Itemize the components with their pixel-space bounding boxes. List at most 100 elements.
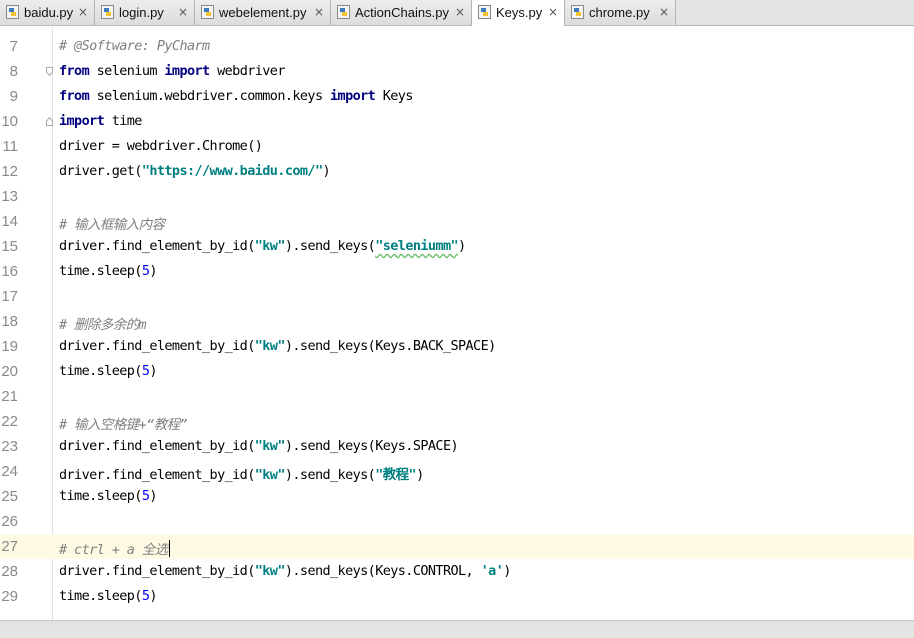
- close-tab-icon[interactable]: ×: [314, 5, 324, 19]
- line-number: 7: [9, 38, 18, 55]
- fold-marker-icon[interactable]: [46, 67, 53, 76]
- comment: # 输入框输入内容: [59, 217, 165, 233]
- code-text: webdriver: [209, 63, 285, 79]
- string-literal: "kw": [254, 563, 286, 579]
- tab-label: ActionChains.py: [355, 5, 449, 20]
- tab-label: webelement.py: [219, 5, 307, 20]
- close-tab-icon[interactable]: ×: [455, 5, 465, 19]
- tab-actionchains-py[interactable]: ActionChains.py ×: [331, 0, 472, 25]
- string-literal: "https://www.baidu.com/": [141, 163, 323, 179]
- line-number: 21: [1, 388, 18, 405]
- python-file-icon: [337, 5, 350, 19]
- code-line[interactable]: 20 time.sleep(5): [0, 359, 914, 384]
- python-file-icon: [571, 5, 584, 19]
- keyword: import: [330, 88, 376, 104]
- line-number: 26: [1, 513, 18, 530]
- code-line[interactable]: 13: [0, 184, 914, 209]
- close-tab-icon[interactable]: ×: [548, 5, 558, 19]
- string-literal: "教程": [375, 467, 417, 483]
- tab-webelement-py[interactable]: webelement.py ×: [195, 0, 331, 25]
- keyword: import: [164, 63, 210, 79]
- code-text: driver = webdriver.Chrome(): [59, 138, 263, 154]
- line-number: 10: [1, 113, 18, 130]
- editor-tab-bar: baidu.py × login.py × webelement.py × Ac…: [0, 0, 914, 26]
- line-number: 9: [9, 88, 18, 105]
- code-line-current[interactable]: 27 # ctrl + a 全选: [0, 534, 914, 559]
- code-text: driver.find_element_by_id(: [59, 338, 255, 354]
- line-number: 18: [1, 313, 18, 330]
- line-number: 24: [1, 463, 18, 480]
- line-number: 15: [1, 238, 18, 255]
- comment: # 输入空格键+“教程”: [59, 417, 188, 433]
- line-number: 23: [1, 438, 18, 455]
- code-line[interactable]: 8 from selenium import webdriver: [0, 59, 914, 84]
- tab-keys-py[interactable]: Keys.py ×: [472, 0, 565, 26]
- code-editor[interactable]: 7 # @Software: PyCharm 8 from selenium i…: [0, 27, 914, 620]
- code-line[interactable]: 11 driver = webdriver.Chrome(): [0, 134, 914, 159]
- code-line[interactable]: 21: [0, 384, 914, 409]
- code-line[interactable]: 15 driver.find_element_by_id("kw").send_…: [0, 234, 914, 259]
- code-text: driver.find_element_by_id(: [59, 238, 255, 254]
- line-number: 12: [1, 163, 18, 180]
- tab-login-py[interactable]: login.py ×: [95, 0, 195, 25]
- code-line[interactable]: 18 # 删除多余的m: [0, 309, 914, 334]
- code-line[interactable]: 29 time.sleep(5): [0, 584, 914, 609]
- python-file-icon: [101, 5, 114, 19]
- code-line[interactable]: 16 time.sleep(5): [0, 259, 914, 284]
- code-line[interactable]: 23 driver.find_element_by_id("kw").send_…: [0, 434, 914, 459]
- line-number: 16: [1, 263, 18, 280]
- python-file-icon: [201, 5, 214, 19]
- string-literal: "kw": [254, 338, 286, 354]
- code-text: driver.find_element_by_id(: [59, 438, 255, 454]
- code-line[interactable]: 12 driver.get("https://www.baidu.com/"): [0, 159, 914, 184]
- tab-baidu-py[interactable]: baidu.py ×: [0, 0, 95, 25]
- line-number: 20: [1, 363, 18, 380]
- code-line[interactable]: 14 # 输入框输入内容: [0, 209, 914, 234]
- python-file-icon: [478, 5, 491, 19]
- tab-label: chrome.py: [589, 5, 650, 20]
- code-text: driver.find_element_by_id(: [59, 467, 255, 483]
- code-line[interactable]: 19 driver.find_element_by_id("kw").send_…: [0, 334, 914, 359]
- code-text: ): [149, 488, 157, 504]
- code-line[interactable]: 24 driver.find_element_by_id("kw").send_…: [0, 459, 914, 484]
- code-line[interactable]: 17: [0, 284, 914, 309]
- string-literal: "kw": [254, 467, 286, 483]
- tab-label: baidu.py: [24, 5, 74, 20]
- code-text: ).send_keys(Keys.BACK_SPACE): [284, 338, 496, 354]
- string-literal: 'a': [480, 563, 504, 579]
- tab-chrome-py[interactable]: chrome.py ×: [565, 0, 676, 25]
- string-literal: "kw": [254, 238, 286, 254]
- close-tab-icon[interactable]: ×: [659, 5, 669, 19]
- code-line[interactable]: 28 driver.find_element_by_id("kw").send_…: [0, 559, 914, 584]
- code-text: ).send_keys(Keys.SPACE): [284, 438, 459, 454]
- code-text: driver.get(: [59, 163, 142, 179]
- code-text: ): [149, 363, 157, 379]
- code-text: ).send_keys(Keys.CONTROL,: [284, 563, 481, 579]
- keyword: from: [59, 63, 90, 79]
- line-number: 19: [1, 338, 18, 355]
- code-line[interactable]: 9 from selenium.webdriver.common.keys im…: [0, 84, 914, 109]
- code-line[interactable]: 25 time.sleep(5): [0, 484, 914, 509]
- close-tab-icon[interactable]: ×: [78, 5, 88, 19]
- code-line[interactable]: 22 # 输入空格键+“教程”: [0, 409, 914, 434]
- code-text: Keys: [375, 88, 414, 104]
- code-line[interactable]: 7 # @Software: PyCharm: [0, 34, 914, 59]
- code-text: ): [458, 238, 466, 254]
- code-line[interactable]: 10 import time: [0, 109, 914, 134]
- line-number: 17: [1, 288, 18, 305]
- comment: # ctrl + a 全选: [59, 542, 168, 558]
- line-number: 27: [1, 538, 18, 555]
- code-text: ).send_keys(: [284, 467, 376, 483]
- code-text: time.sleep(: [59, 363, 142, 379]
- code-text: selenium: [89, 63, 165, 79]
- fold-end-marker-icon[interactable]: [46, 117, 53, 126]
- string-literal-typo: "seleniumm": [375, 238, 459, 254]
- comment: # 删除多余的m: [59, 317, 147, 333]
- code-text: driver.find_element_by_id(: [59, 563, 255, 579]
- code-text: ): [149, 588, 157, 604]
- close-tab-icon[interactable]: ×: [178, 5, 188, 19]
- text-caret: [168, 540, 170, 557]
- code-line[interactable]: 26: [0, 509, 914, 534]
- line-number: 29: [1, 588, 18, 605]
- code-text: ): [503, 563, 511, 579]
